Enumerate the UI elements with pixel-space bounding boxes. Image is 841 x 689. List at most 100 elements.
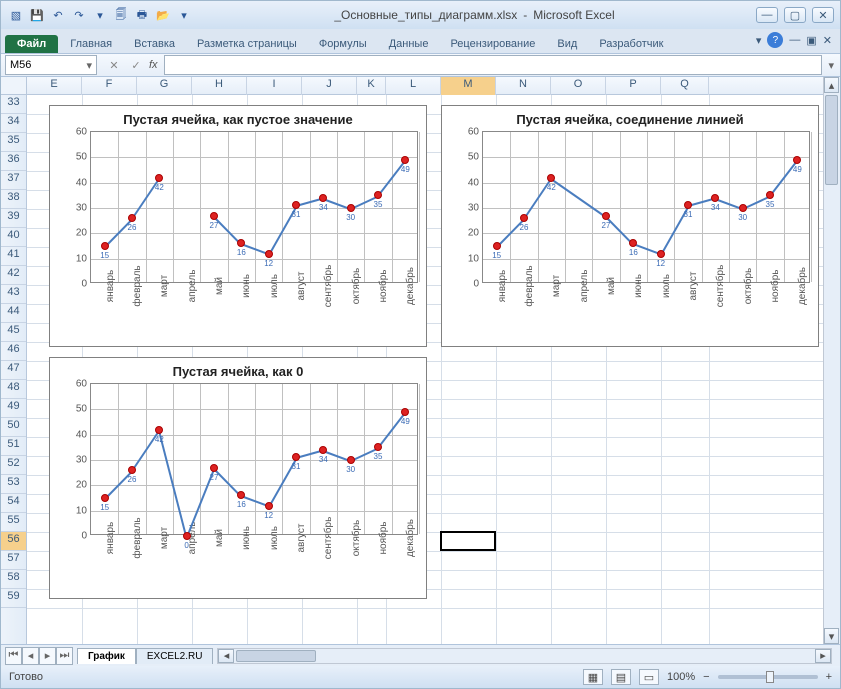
open-icon[interactable]: 📂 xyxy=(154,6,172,24)
file-tab[interactable]: Файл xyxy=(5,35,58,53)
row-header-36[interactable]: 36 xyxy=(1,152,26,171)
formula-bar[interactable] xyxy=(164,55,823,75)
ribbon-tab-Главная[interactable]: Главная xyxy=(60,35,122,53)
row-header-59[interactable]: 59 xyxy=(1,589,26,608)
formula-expand-icon[interactable]: ▾ xyxy=(828,59,834,72)
vscroll-thumb[interactable] xyxy=(825,95,838,185)
horizontal-scrollbar[interactable]: ◂ ▸ xyxy=(217,648,832,664)
fx-label[interactable]: fx xyxy=(149,59,158,71)
cancel-formula-icon[interactable]: ✕ xyxy=(105,56,123,74)
col-header-E[interactable]: E xyxy=(27,77,82,95)
tab-first-icon[interactable]: ⏮ xyxy=(5,647,22,665)
col-header-I[interactable]: I xyxy=(247,77,302,95)
row-header-51[interactable]: 51 xyxy=(1,437,26,456)
close-button[interactable]: ✕ xyxy=(812,7,834,23)
ribbon-tab-Разработчик[interactable]: Разработчик xyxy=(589,35,673,53)
cells-area[interactable]: Пустая ячейка, как пустое значение010203… xyxy=(27,95,823,644)
new-icon[interactable]: ▾ xyxy=(175,6,193,24)
redo-icon[interactable]: ↷ xyxy=(70,6,88,24)
doc-minimize-icon[interactable]: — xyxy=(789,34,800,46)
chart-1[interactable]: Пустая ячейка, соединение линией01020304… xyxy=(441,105,819,347)
tab-prev-icon[interactable]: ◂ xyxy=(22,647,39,665)
col-header-J[interactable]: J xyxy=(302,77,357,95)
name-box[interactable]: M56 ▾ xyxy=(5,55,97,75)
minimize-button[interactable]: — xyxy=(756,7,778,23)
zoom-level[interactable]: 100% xyxy=(667,671,695,683)
page-break-view-icon[interactable]: ▭ xyxy=(639,669,659,685)
chart-2[interactable]: Пустая ячейка, как 00102030405060январьф… xyxy=(49,357,427,599)
namebox-dropdown-icon[interactable]: ▾ xyxy=(86,59,92,72)
row-header-41[interactable]: 41 xyxy=(1,247,26,266)
sheet-tab-EXCEL2.RU[interactable]: EXCEL2.RU xyxy=(136,648,214,664)
vertical-scrollbar[interactable]: ▴ ▾ xyxy=(823,77,840,644)
scroll-up-icon[interactable]: ▴ xyxy=(824,77,839,93)
save-icon[interactable]: 💾 xyxy=(28,6,46,24)
ribbon-tab-Рецензирование[interactable]: Рецензирование xyxy=(440,35,545,53)
row-header-54[interactable]: 54 xyxy=(1,494,26,513)
normal-view-icon[interactable]: ▦ xyxy=(583,669,603,685)
undo-icon[interactable]: ↶ xyxy=(49,6,67,24)
ribbon-tab-Вид[interactable]: Вид xyxy=(547,35,587,53)
row-header-42[interactable]: 42 xyxy=(1,266,26,285)
print-preview-icon[interactable]: 🗐 xyxy=(112,6,130,24)
row-header-48[interactable]: 48 xyxy=(1,380,26,399)
col-header-M[interactable]: M xyxy=(441,77,496,95)
zoom-thumb[interactable] xyxy=(766,671,774,683)
col-header-K[interactable]: K xyxy=(357,77,386,95)
row-header-53[interactable]: 53 xyxy=(1,475,26,494)
row-header-43[interactable]: 43 xyxy=(1,285,26,304)
scroll-left-icon[interactable]: ◂ xyxy=(218,649,234,663)
hscroll-thumb[interactable] xyxy=(236,650,316,662)
active-cell[interactable] xyxy=(440,531,496,551)
row-header-58[interactable]: 58 xyxy=(1,570,26,589)
row-header-52[interactable]: 52 xyxy=(1,456,26,475)
worksheet-grid[interactable]: EFGHIJKLMNOPQ 33343536373839404142434445… xyxy=(1,77,840,644)
print-icon[interactable]: 🖶 xyxy=(133,6,151,24)
col-header-O[interactable]: O xyxy=(551,77,606,95)
row-header-56[interactable]: 56 xyxy=(1,532,26,551)
page-layout-view-icon[interactable]: ▤ xyxy=(611,669,631,685)
ribbon-tab-Формулы[interactable]: Формулы xyxy=(309,35,377,53)
ribbon-tab-Вставка[interactable]: Вставка xyxy=(124,35,185,53)
row-header-45[interactable]: 45 xyxy=(1,323,26,342)
row-header-33[interactable]: 33 xyxy=(1,95,26,114)
maximize-button[interactable]: ▢ xyxy=(784,7,806,23)
zoom-out-icon[interactable]: − xyxy=(703,671,709,683)
chart-0[interactable]: Пустая ячейка, как пустое значение010203… xyxy=(49,105,427,347)
row-header-38[interactable]: 38 xyxy=(1,190,26,209)
ribbon-tab-Данные[interactable]: Данные xyxy=(379,35,439,53)
zoom-slider[interactable] xyxy=(718,675,818,679)
row-header-50[interactable]: 50 xyxy=(1,418,26,437)
row-header-37[interactable]: 37 xyxy=(1,171,26,190)
row-header-55[interactable]: 55 xyxy=(1,513,26,532)
row-header-34[interactable]: 34 xyxy=(1,114,26,133)
ribbon-tab-Разметка страницы[interactable]: Разметка страницы xyxy=(187,35,307,53)
col-header-P[interactable]: P xyxy=(606,77,661,95)
sheet-tab-График[interactable]: График xyxy=(77,648,136,664)
row-header-46[interactable]: 46 xyxy=(1,342,26,361)
col-header-F[interactable]: F xyxy=(82,77,137,95)
col-header-H[interactable]: H xyxy=(192,77,247,95)
scroll-down-icon[interactable]: ▾ xyxy=(824,628,839,644)
qat-dropdown-icon[interactable]: ▾ xyxy=(91,6,109,24)
row-header-35[interactable]: 35 xyxy=(1,133,26,152)
col-header-G[interactable]: G xyxy=(137,77,192,95)
row-header-39[interactable]: 39 xyxy=(1,209,26,228)
tab-last-icon[interactable]: ⏭ xyxy=(56,647,73,665)
enter-formula-icon[interactable]: ✓ xyxy=(127,56,145,74)
tab-next-icon[interactable]: ▸ xyxy=(39,647,56,665)
zoom-in-icon[interactable]: + xyxy=(826,671,832,683)
row-header-44[interactable]: 44 xyxy=(1,304,26,323)
row-header-57[interactable]: 57 xyxy=(1,551,26,570)
select-all-corner[interactable] xyxy=(1,77,27,95)
scroll-right-icon[interactable]: ▸ xyxy=(815,649,831,663)
col-header-L[interactable]: L xyxy=(386,77,441,95)
doc-close-icon[interactable]: ✕ xyxy=(823,34,832,47)
row-header-49[interactable]: 49 xyxy=(1,399,26,418)
doc-restore-icon[interactable]: ▣ xyxy=(806,34,816,47)
help-icon[interactable]: ? xyxy=(767,32,783,48)
row-header-47[interactable]: 47 xyxy=(1,361,26,380)
col-header-N[interactable]: N xyxy=(496,77,551,95)
col-header-Q[interactable]: Q xyxy=(661,77,709,95)
row-header-40[interactable]: 40 xyxy=(1,228,26,247)
